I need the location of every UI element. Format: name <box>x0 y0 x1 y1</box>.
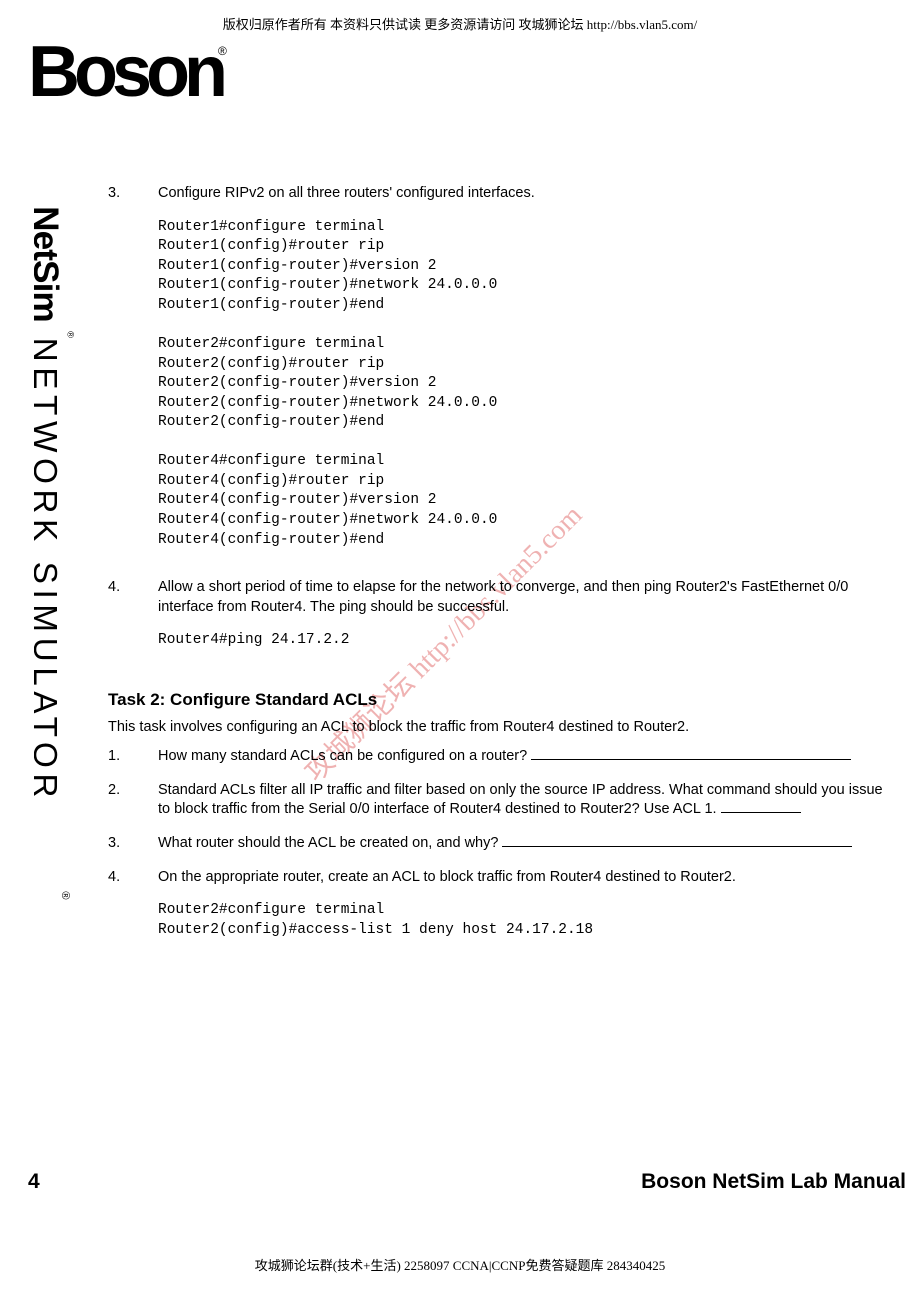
task2-heading: Task 2: Configure Standard ACLs <box>108 689 888 712</box>
svg-text:NETWORK SIMULATOR: NETWORK SIMULATOR <box>34 338 63 803</box>
svg-text:NetSim: NetSim <box>34 206 65 322</box>
step-4: 4. Allow a short period of time to elaps… <box>108 578 888 617</box>
main-content: 3. Configure RIPv2 on all three routers'… <box>108 184 888 954</box>
code-block-q4: Router2#configure terminal Router2(confi… <box>158 901 888 940</box>
question-body: What router should the ACL be created on… <box>158 835 502 851</box>
task2-intro: This task involves configuring an ACL to… <box>108 718 888 738</box>
task2-q2: 2. Standard ACLs filter all IP traffic a… <box>108 781 888 820</box>
top-header: 版权归原作者所有 本资料只供试读 更多资源请访问 攻城狮论坛 http://bb… <box>0 0 920 33</box>
step-text: Allow a short period of time to elapse f… <box>158 578 888 617</box>
answer-blank <box>502 846 852 847</box>
question-text: How many standard ACLs can be configured… <box>158 747 888 767</box>
step-number: 4. <box>108 578 158 617</box>
question-number: 3. <box>108 834 158 854</box>
svg-text:®: ® <box>59 891 71 900</box>
question-text: On the appropriate router, create an ACL… <box>158 868 888 941</box>
step-3: 3. Configure RIPv2 on all three routers'… <box>108 184 888 204</box>
manual-title: Boson NetSim Lab Manual <box>641 1170 906 1194</box>
footer: 攻城狮论坛群(技术+生活) 2258097 CCNA|CCNP免费答疑题库 28… <box>0 1255 920 1274</box>
page-number: 4 <box>28 1170 40 1194</box>
task2-q4: 4. On the appropriate router, create an … <box>108 868 888 941</box>
question-body: On the appropriate router, create an ACL… <box>158 869 736 885</box>
step-number: 3. <box>108 184 158 204</box>
task2-q1: 1. How many standard ACLs can be configu… <box>108 747 888 767</box>
code-block-step3: Router1#configure terminal Router1(confi… <box>158 218 888 551</box>
question-text: What router should the ACL be created on… <box>158 834 888 854</box>
logo-registered-icon: ® <box>218 44 227 58</box>
task2-q3: 3. What router should the ACL be created… <box>108 834 888 854</box>
logo: Boson® <box>28 36 231 108</box>
answer-blank <box>721 812 801 813</box>
logo-text: Boson <box>28 32 222 112</box>
code-block-step4: Router4#ping 24.17.2.2 <box>158 631 888 651</box>
answer-blank <box>531 759 851 760</box>
question-number: 1. <box>108 747 158 767</box>
svg-text:®: ® <box>65 331 75 338</box>
question-body: How many standard ACLs can be configured… <box>158 748 531 764</box>
step-text: Configure RIPv2 on all three routers' co… <box>158 184 888 204</box>
question-number: 2. <box>108 781 158 820</box>
sidebar-brand: NetSim ® NETWORK SIMULATOR ® <box>34 178 84 938</box>
question-number: 4. <box>108 868 158 941</box>
question-text: Standard ACLs filter all IP traffic and … <box>158 781 888 820</box>
